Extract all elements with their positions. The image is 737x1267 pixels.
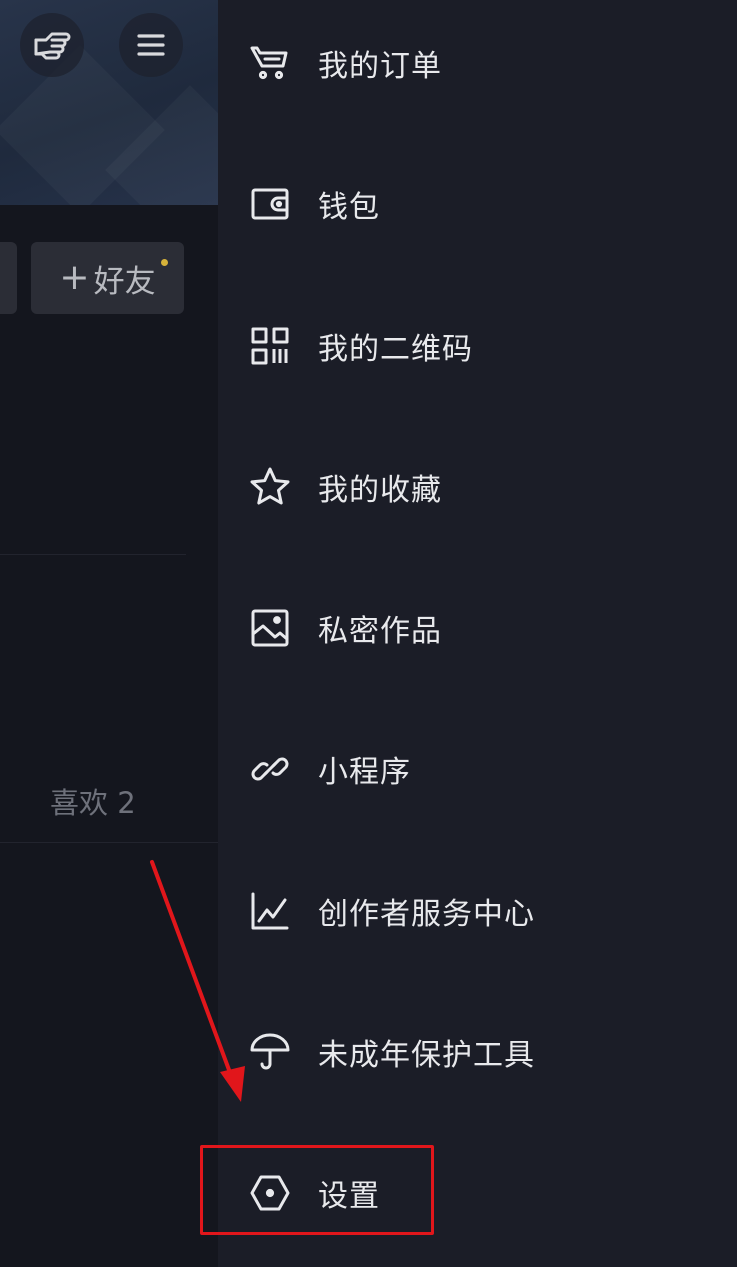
link-icon (248, 747, 292, 791)
gesture-button[interactable] (20, 13, 84, 77)
menu-button[interactable] (119, 13, 183, 77)
menu-item-label: 我的收藏 (318, 473, 442, 508)
notification-dot (161, 259, 168, 266)
menu-item-label: 未成年保护工具 (318, 1038, 535, 1073)
profile-banner (0, 0, 218, 205)
menu-item-orders[interactable]: 我的订单 (248, 18, 718, 108)
side-drawer-menu: 我的订单 钱包 我的二维码 我的收藏 私密作品 小程序 创作者服务中心 未成年保… (218, 0, 737, 1267)
profile-background: + 好友 喜欢 2 (0, 0, 218, 1267)
menu-item-private-works[interactable]: 私密作品 (248, 583, 718, 673)
menu-item-qrcode[interactable]: 我的二维码 (248, 301, 718, 391)
add-friend-label: 好友 (93, 263, 156, 300)
menu-item-creator-center[interactable]: 创作者服务中心 (248, 866, 718, 956)
menu-item-label: 创作者服务中心 (318, 897, 535, 932)
star-icon (248, 465, 292, 509)
menu-item-minor-protection[interactable]: 未成年保护工具 (248, 1007, 718, 1097)
edit-profile-button[interactable] (0, 242, 17, 314)
menu-item-favorites[interactable]: 我的收藏 (248, 442, 718, 532)
menu-item-label: 钱包 (318, 190, 380, 225)
plus-icon: + (59, 257, 90, 298)
chart-line-icon (248, 889, 292, 933)
menu-item-label: 我的订单 (318, 49, 442, 84)
pointing-hand-icon (34, 32, 71, 60)
divider (0, 554, 186, 555)
umbrella-icon (248, 1030, 292, 1074)
hamburger-icon (137, 34, 165, 56)
add-friend-button[interactable]: + 好友 (31, 242, 184, 314)
qr-code-icon (248, 324, 292, 368)
menu-item-wallet[interactable]: 钱包 (248, 159, 718, 249)
menu-item-label: 我的二维码 (318, 332, 473, 367)
image-icon (248, 606, 292, 650)
likes-tab[interactable]: 喜欢 2 (50, 780, 136, 822)
settings-highlight-box (200, 1145, 434, 1235)
menu-item-mini-program[interactable]: 小程序 (248, 724, 718, 814)
menu-item-label: 私密作品 (318, 614, 442, 649)
menu-item-label: 小程序 (318, 755, 411, 790)
divider (0, 842, 218, 843)
cart-icon (248, 41, 292, 85)
wallet-icon (248, 182, 292, 226)
